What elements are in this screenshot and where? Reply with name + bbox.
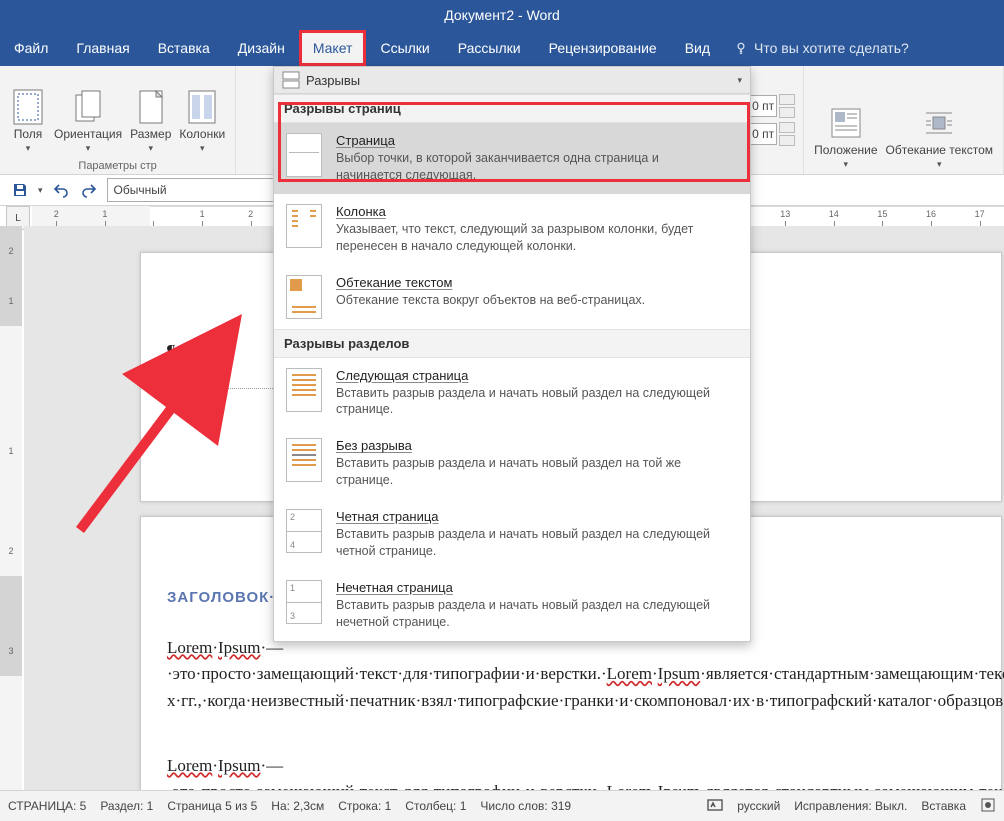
breaks-section-sections: Разрывы разделов [274, 329, 750, 358]
status-line[interactable]: Строка: 1 [338, 799, 391, 813]
status-wordcount[interactable]: Число слов: 319 [480, 799, 571, 813]
status-page[interactable]: СТРАНИЦА: 5 [8, 799, 86, 813]
position-button[interactable]: Положение▾ [810, 103, 881, 172]
wrap-text-icon [921, 105, 957, 141]
status-section[interactable]: Раздел: 1 [100, 799, 153, 813]
menu-bar: Файл Главная Вставка Дизайн Макет Ссылки… [0, 30, 1004, 66]
continuous-break-icon [286, 438, 322, 482]
tab-file[interactable]: Файл [0, 30, 62, 66]
tab-mailings[interactable]: Рассылки [444, 30, 535, 66]
window-title: Документ2 - Word [444, 7, 560, 23]
break-item-oddpage[interactable]: 1 3 Нечетная страница Вставить разрыв ра… [274, 570, 750, 641]
bulb-icon [734, 41, 748, 55]
break-item-page[interactable]: Страница Выбор точки, в которой заканчив… [274, 123, 750, 194]
save-button[interactable] [10, 180, 30, 200]
size-icon [133, 89, 169, 125]
breaks-dropdown: Разрывы ▾ Разрывы страниц Страница Выбор… [273, 66, 751, 642]
breaks-section-pages: Разрывы страниц [274, 94, 750, 123]
tab-view[interactable]: Вид [671, 30, 724, 66]
undo-icon [53, 182, 69, 198]
break-item-textwrap[interactable]: Обтекание текстом Обтекание текста вокру… [274, 265, 750, 329]
status-page-of[interactable]: Страница 5 из 5 [167, 799, 257, 813]
evenpage-break-icon: 2 4 [286, 509, 322, 553]
status-language[interactable]: русский [737, 799, 780, 813]
break-item-evenpage[interactable]: 2 4 Четная страница Вставить разрыв разд… [274, 499, 750, 570]
breaks-button[interactable]: Разрывы ▾ [274, 67, 750, 94]
status-track-changes[interactable]: Исправления: Выкл. [794, 799, 907, 813]
pilcrow-mark: ¶ [167, 341, 175, 362]
tell-me-search[interactable]: Что вы хотите сделать? [734, 40, 909, 56]
break-item-nextpage[interactable]: Следующая страница Вставить разрыв разде… [274, 358, 750, 429]
macro-record-icon[interactable] [980, 797, 996, 816]
orientation-icon [70, 89, 106, 125]
breaks-icon [282, 71, 300, 89]
textwrap-break-icon [286, 275, 322, 319]
tab-design[interactable]: Дизайн [224, 30, 299, 66]
title-bar: Документ2 - Word [0, 0, 1004, 30]
body-paragraph-2: Lorem·Ipsum·—·это·просто·замещающий·текс… [167, 753, 971, 791]
margins-button[interactable]: Поля▾ [6, 87, 50, 156]
break-item-column[interactable]: Колонка Указывает, что текст, следующий … [274, 194, 750, 265]
column-break-icon [286, 204, 322, 248]
page-break-icon [286, 133, 322, 177]
vertical-ruler[interactable]: 21123 [0, 226, 22, 791]
tab-insert[interactable]: Вставка [144, 30, 224, 66]
columns-button[interactable]: Колонки▾ [175, 87, 229, 156]
status-bar: СТРАНИЦА: 5 Раздел: 1 Страница 5 из 5 На… [0, 790, 1004, 821]
tab-review[interactable]: Рецензирование [535, 30, 671, 66]
status-at[interactable]: На: 2,3см [271, 799, 324, 813]
size-button[interactable]: Размер▾ [126, 87, 175, 156]
break-item-continuous[interactable]: Без разрыва Вставить разрыв раздела и на… [274, 428, 750, 499]
orientation-button[interactable]: Ориентация▾ [50, 87, 126, 156]
page-break-label: Разрыв [187, 367, 228, 381]
oddpage-break-icon: 1 3 [286, 580, 322, 624]
wrap-text-button[interactable]: Обтекание текстом▾ [882, 103, 997, 172]
margins-icon [10, 89, 46, 125]
tab-references[interactable]: Ссылки [366, 30, 443, 66]
status-column[interactable]: Столбец: 1 [405, 799, 466, 813]
tab-layout[interactable]: Макет [299, 30, 367, 66]
save-icon [12, 182, 28, 198]
status-insert-mode[interactable]: Вставка [921, 799, 966, 813]
undo-button[interactable] [51, 180, 71, 200]
tab-home[interactable]: Главная [62, 30, 143, 66]
body-paragraph-1: Lorem·Ipsum·—·это·просто·замещающий·текс… [167, 635, 971, 714]
page-setup-group-label: Параметры стр [78, 160, 156, 172]
redo-icon [81, 182, 97, 198]
nextpage-break-icon [286, 368, 322, 412]
spellcheck-icon[interactable] [707, 797, 723, 816]
columns-icon [184, 89, 220, 125]
redo-button[interactable] [79, 180, 99, 200]
position-icon [828, 105, 864, 141]
